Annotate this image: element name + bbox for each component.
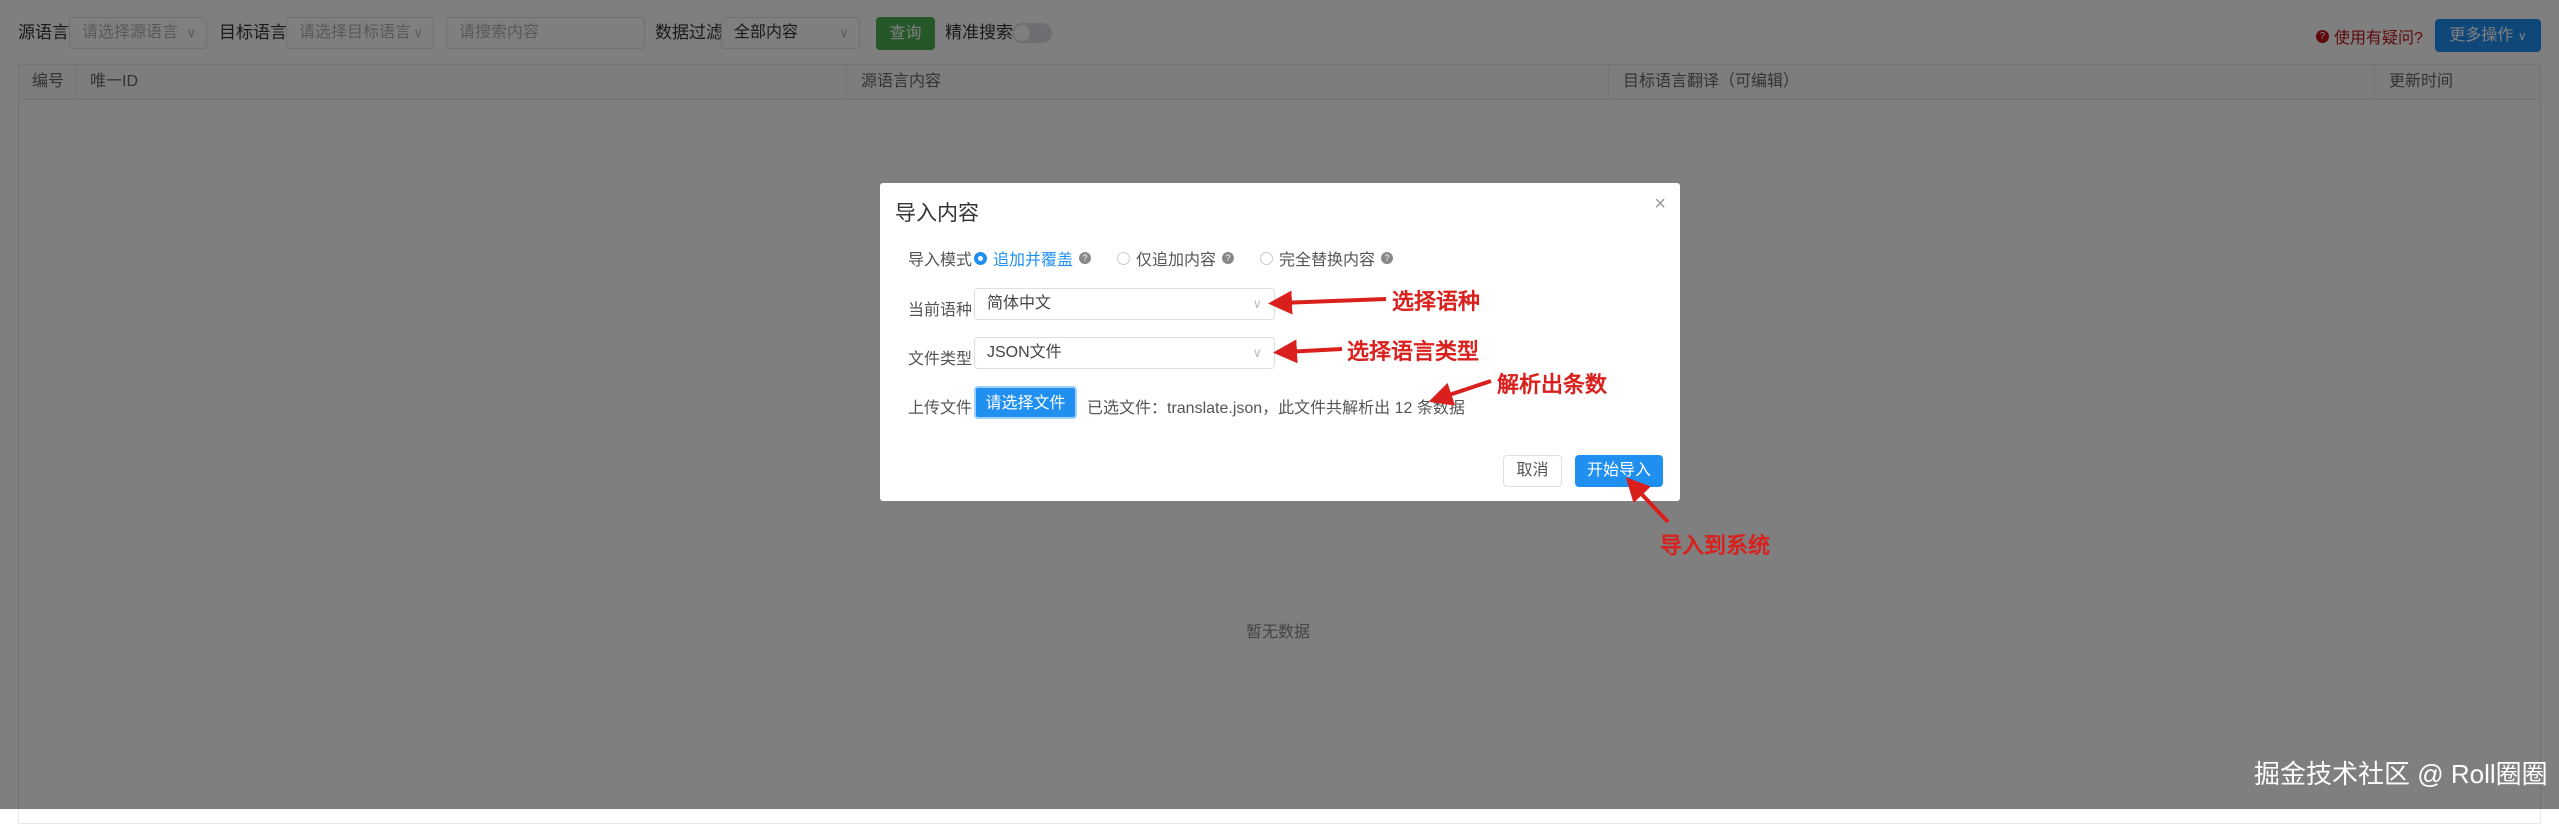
annotation-file-type: 选择语言类型: [1347, 339, 1480, 364]
arrow-import: [1625, 477, 1670, 524]
annotation-arrows: [1268, 290, 1670, 524]
watermark: 掘金技术社区 @ Roll圈圈: [2254, 759, 2548, 789]
arrow-count: [1428, 379, 1492, 406]
arrow-language: [1268, 290, 1387, 315]
annotation-count: 解析出条数: [1497, 372, 1608, 397]
annotation-language: 选择语种: [1392, 289, 1481, 314]
annotation-import: 导入到系统: [1660, 533, 1771, 558]
arrow-file-type: [1273, 339, 1343, 364]
